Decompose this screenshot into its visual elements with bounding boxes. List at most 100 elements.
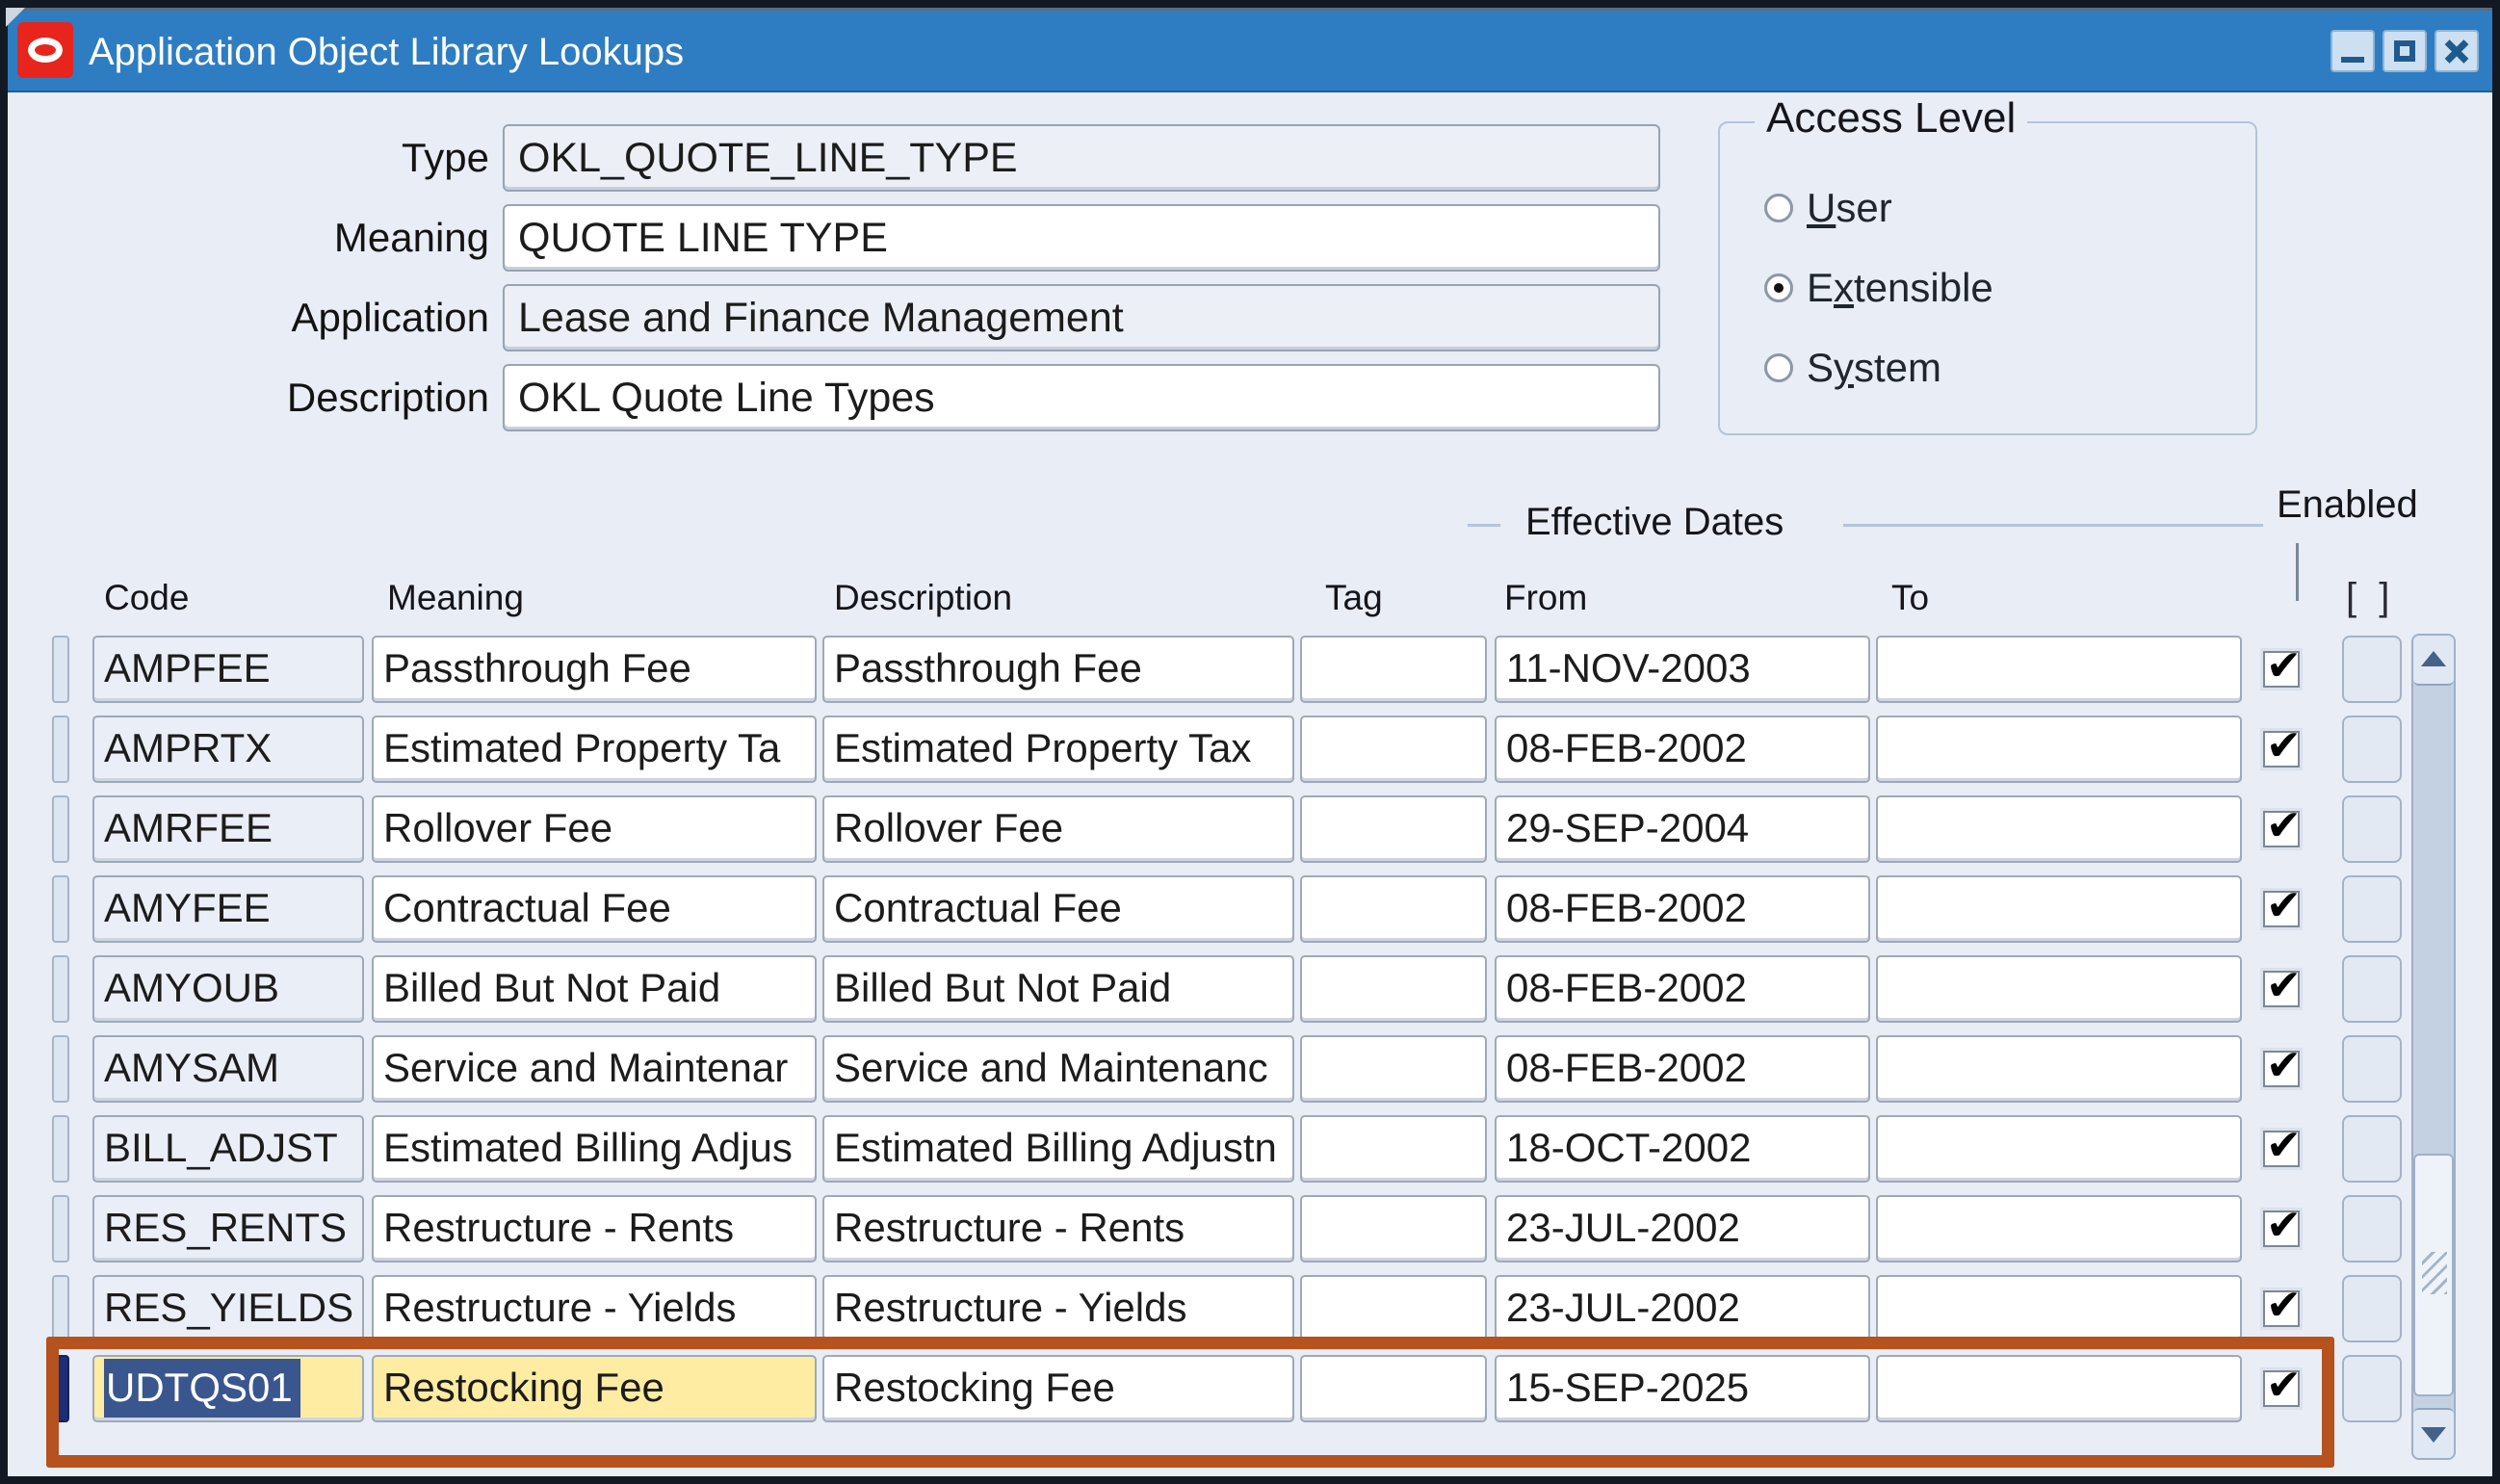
scroll-up-button[interactable] — [2413, 636, 2454, 686]
description-cell[interactable]: Passthrough Fee — [822, 636, 1294, 703]
description-cell[interactable]: Service and Maintenanc — [822, 1035, 1294, 1103]
meaning-cell[interactable]: Service and Maintenar — [372, 1035, 817, 1103]
vertical-scrollbar[interactable] — [2411, 634, 2456, 1460]
code-cell[interactable]: RES_RENTS — [92, 1195, 364, 1263]
code-cell[interactable]: RES_YIELDS — [92, 1275, 364, 1342]
code-cell[interactable]: UDTQS01 — [92, 1355, 364, 1422]
scroll-down-button[interactable] — [2413, 1408, 2454, 1458]
close-button[interactable] — [2435, 30, 2479, 72]
bracket-field[interactable] — [2342, 1195, 2402, 1263]
bracket-field[interactable] — [2342, 1035, 2402, 1103]
from-date-cell[interactable]: 23-JUL-2002 — [1495, 1275, 1870, 1342]
description-cell[interactable]: Rollover Fee — [822, 795, 1294, 863]
tag-cell[interactable] — [1300, 716, 1487, 783]
tag-cell[interactable] — [1300, 1035, 1487, 1103]
meaning-cell[interactable]: Restructure - Rents — [372, 1195, 817, 1263]
meaning-cell[interactable]: Estimated Billing Adjus — [372, 1115, 817, 1183]
description-cell[interactable]: Restructure - Yields — [822, 1275, 1294, 1342]
radio-extensible[interactable]: Extensible — [1764, 261, 1993, 315]
to-date-cell[interactable] — [1876, 716, 2242, 783]
row-selector[interactable] — [52, 1115, 69, 1183]
bracket-field[interactable] — [2342, 1115, 2402, 1183]
tag-cell[interactable] — [1300, 636, 1487, 703]
to-date-cell[interactable] — [1876, 955, 2242, 1023]
minimize-button[interactable] — [2331, 30, 2375, 72]
from-date-cell[interactable]: 08-FEB-2002 — [1495, 955, 1870, 1023]
to-date-cell[interactable] — [1876, 1355, 2242, 1422]
enabled-checkbox[interactable]: ✔ — [2263, 971, 2300, 1007]
radio-system[interactable]: System — [1764, 341, 1941, 395]
row-selector[interactable] — [52, 1355, 69, 1422]
radio-system-label[interactable]: System — [1807, 345, 1941, 391]
type-field[interactable]: OKL_QUOTE_LINE_TYPE — [503, 124, 1660, 192]
radio-user[interactable]: User — [1764, 181, 1892, 235]
to-date-cell[interactable] — [1876, 1195, 2242, 1263]
meaning-cell[interactable]: Restructure - Yields — [372, 1275, 817, 1342]
row-selector[interactable] — [52, 1195, 69, 1263]
enabled-checkbox[interactable]: ✔ — [2263, 1131, 2300, 1167]
to-date-cell[interactable] — [1876, 795, 2242, 863]
bracket-field[interactable] — [2342, 1275, 2402, 1342]
tag-cell[interactable] — [1300, 955, 1487, 1023]
description-cell[interactable]: Estimated Property Tax — [822, 716, 1294, 783]
code-cell[interactable]: AMYSAM — [92, 1035, 364, 1103]
application-field[interactable]: Lease and Finance Management — [503, 284, 1660, 351]
radio-extensible-icon[interactable] — [1764, 273, 1793, 302]
meaning-cell[interactable]: Estimated Property Ta — [372, 716, 817, 783]
from-date-cell[interactable]: 08-FEB-2002 — [1495, 716, 1870, 783]
code-cell[interactable]: AMYOUB — [92, 955, 364, 1023]
bracket-field[interactable] — [2342, 875, 2402, 943]
tag-cell[interactable] — [1300, 1355, 1487, 1422]
to-date-cell[interactable] — [1876, 1275, 2242, 1342]
description-cell[interactable]: Estimated Billing Adjustn — [822, 1115, 1294, 1183]
enabled-checkbox[interactable]: ✔ — [2263, 731, 2300, 768]
to-date-cell[interactable] — [1876, 875, 2242, 943]
enabled-checkbox[interactable]: ✔ — [2263, 1211, 2300, 1247]
meaning-cell[interactable]: Passthrough Fee — [372, 636, 817, 703]
row-selector[interactable] — [52, 1275, 69, 1342]
code-cell[interactable]: AMYFEE — [92, 875, 364, 943]
tag-cell[interactable] — [1300, 795, 1487, 863]
from-date-cell[interactable]: 18-OCT-2002 — [1495, 1115, 1870, 1183]
row-selector[interactable] — [52, 716, 69, 783]
bracket-field[interactable] — [2342, 636, 2402, 703]
bracket-field[interactable] — [2342, 795, 2402, 863]
scrollbar-thumb[interactable] — [2413, 1154, 2454, 1396]
bracket-field[interactable] — [2342, 1355, 2402, 1422]
enabled-checkbox[interactable]: ✔ — [2263, 811, 2300, 847]
tag-cell[interactable] — [1300, 875, 1487, 943]
row-selector[interactable] — [52, 636, 69, 703]
meaning-cell[interactable]: Contractual Fee — [372, 875, 817, 943]
from-date-cell[interactable]: 23-JUL-2002 — [1495, 1195, 1870, 1263]
tag-cell[interactable] — [1300, 1195, 1487, 1263]
meaning-cell[interactable]: Restocking Fee — [372, 1355, 817, 1422]
code-cell[interactable]: AMRFEE — [92, 795, 364, 863]
meaning-field[interactable]: QUOTE LINE TYPE — [503, 204, 1660, 272]
radio-user-label[interactable]: User — [1807, 185, 1892, 231]
radio-system-icon[interactable] — [1764, 353, 1793, 382]
from-date-cell[interactable]: 15-SEP-2025 — [1495, 1355, 1870, 1422]
titlebar[interactable]: Application Object Library Lookups — [8, 8, 2492, 92]
to-date-cell[interactable] — [1876, 1115, 2242, 1183]
tag-cell[interactable] — [1300, 1275, 1487, 1342]
from-date-cell[interactable]: 11-NOV-2003 — [1495, 636, 1870, 703]
tag-cell[interactable] — [1300, 1115, 1487, 1183]
enabled-checkbox[interactable]: ✔ — [2263, 1370, 2300, 1407]
row-selector[interactable] — [52, 1035, 69, 1103]
row-selector[interactable] — [52, 955, 69, 1023]
description-cell[interactable]: Restructure - Rents — [822, 1195, 1294, 1263]
radio-extensible-label[interactable]: Extensible — [1807, 265, 1993, 311]
enabled-checkbox[interactable]: ✔ — [2263, 1051, 2300, 1087]
row-selector[interactable] — [52, 875, 69, 943]
enabled-checkbox[interactable]: ✔ — [2263, 651, 2300, 688]
maximize-button[interactable] — [2383, 30, 2427, 72]
meaning-cell[interactable]: Billed But Not Paid — [372, 955, 817, 1023]
enabled-checkbox[interactable]: ✔ — [2263, 1290, 2300, 1327]
to-date-cell[interactable] — [1876, 636, 2242, 703]
to-date-cell[interactable] — [1876, 1035, 2242, 1103]
meaning-cell[interactable]: Rollover Fee — [372, 795, 817, 863]
code-cell[interactable]: AMPRTX — [92, 716, 364, 783]
bracket-field[interactable] — [2342, 716, 2402, 783]
from-date-cell[interactable]: 29-SEP-2004 — [1495, 795, 1870, 863]
code-cell[interactable]: AMPFEE — [92, 636, 364, 703]
